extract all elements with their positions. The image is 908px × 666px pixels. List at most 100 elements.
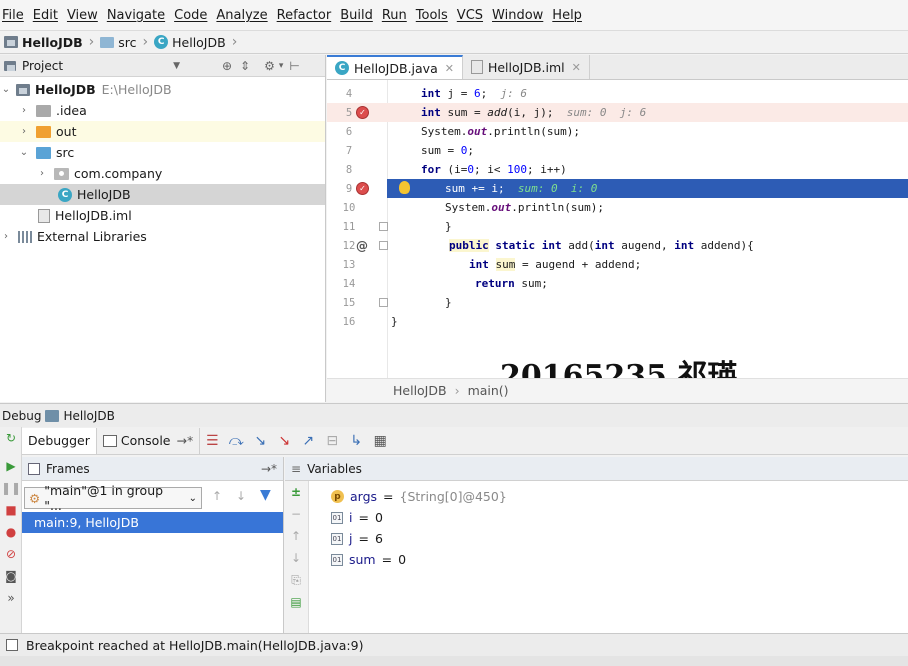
tab-console[interactable]: Console →*	[97, 427, 201, 454]
view-breakpoints-icon[interactable]: ●	[0, 521, 22, 543]
new-watch-icon[interactable]: ±	[285, 481, 307, 503]
project-panel-title[interactable]: Project	[22, 59, 63, 73]
code-line[interactable]: 16 }	[327, 312, 908, 331]
chevron-right-icon[interactable]: ›	[18, 105, 30, 116]
evaluate-expression-icon[interactable]: ▦	[368, 429, 392, 453]
tree-item-src[interactable]: ⌄ src	[0, 142, 325, 163]
debug-config-name[interactable]: HelloJDB	[63, 409, 114, 423]
chevron-right-icon[interactable]: ›	[18, 126, 30, 137]
code-line[interactable]: 15 }	[327, 293, 908, 312]
collapse-icon[interactable]: ⇕	[240, 59, 250, 73]
breadcrumb-class[interactable]: HelloJDB	[393, 383, 447, 398]
chevron-down-icon[interactable]: ⌄	[18, 147, 30, 158]
menu-vcs[interactable]: VCS	[457, 8, 483, 23]
menu-edit[interactable]: Edit	[33, 8, 58, 23]
fold-icon[interactable]	[379, 241, 388, 250]
tree-item-root[interactable]: ⌄ HelloJDB E:\HelloJDB	[0, 79, 325, 100]
code-line[interactable]: 8 for (i=0; i< 100; i++)	[327, 160, 908, 179]
watches-icon[interactable]: ▤	[285, 591, 307, 613]
arrow-right-icon[interactable]: →*	[261, 462, 277, 476]
resume-icon[interactable]: ▶	[0, 455, 22, 477]
chevron-down-icon[interactable]: ⌄	[0, 84, 12, 95]
variable-row[interactable]: p args = {String[0]@450}	[331, 486, 507, 507]
close-icon[interactable]: ✕	[572, 61, 581, 74]
crumb-project[interactable]: HelloJDB	[4, 35, 83, 50]
crumb-folder[interactable]: src	[100, 35, 137, 50]
code-line[interactable]: 10 System.out.println(sum);	[327, 198, 908, 217]
tree-item-idea[interactable]: › .idea	[0, 100, 325, 121]
tab-hellojdb-iml[interactable]: HelloJDB.iml ✕	[463, 55, 590, 79]
step-into-icon[interactable]: ↘	[248, 429, 272, 453]
menu-navigate[interactable]: Navigate	[107, 8, 165, 23]
locate-icon[interactable]: ⊕	[222, 59, 232, 73]
tree-item-hellojdb-class[interactable]: C HelloJDB	[0, 184, 325, 205]
code-line[interactable]: 4 int j = 6; j: 6	[327, 84, 908, 103]
hide-panel-icon[interactable]: ⊢	[289, 59, 299, 73]
menu-analyze[interactable]: Analyze	[216, 8, 267, 23]
code-line[interactable]: 12 @ public static int add(int augend, i…	[327, 236, 908, 255]
status-icon[interactable]	[6, 639, 18, 651]
tab-debugger[interactable]: Debugger	[22, 427, 97, 454]
copy-icon[interactable]: ⎘	[285, 569, 307, 591]
show-execution-point-icon[interactable]: ☰	[200, 429, 224, 453]
code-line-breakpoint[interactable]: 5 ✓ int sum = add(i, j); sum: 0 j: 6	[327, 103, 908, 122]
code-line[interactable]: 11 }	[327, 217, 908, 236]
variable-row[interactable]: 01 sum = 0	[331, 549, 406, 570]
variable-row[interactable]: 01 j = 6	[331, 528, 383, 549]
tree-item-external-libraries[interactable]: › External Libraries	[0, 226, 325, 247]
tab-hellojdb-java[interactable]: C HelloJDB.java ✕	[327, 55, 463, 79]
menu-build[interactable]: Build	[340, 8, 373, 23]
arrow-up-icon[interactable]: ↑	[285, 525, 307, 547]
thread-selector[interactable]: ⚙ "main"@1 in group "... ⌄	[24, 483, 202, 513]
code-line[interactable]: 6 System.out.println(sum);	[327, 122, 908, 141]
tree-item-iml[interactable]: HelloJDB.iml	[0, 205, 325, 226]
code-line[interactable]: 14 return sum;	[327, 274, 908, 293]
menu-code[interactable]: Code	[174, 8, 207, 23]
more-icon[interactable]: »	[0, 587, 22, 609]
bulb-icon[interactable]	[399, 181, 410, 194]
force-step-into-icon[interactable]: ↘	[272, 429, 296, 453]
code-area[interactable]: 4 int j = 6; j: 6 5 ✓ int sum = add(i, j…	[327, 80, 908, 378]
breakpoint-icon[interactable]: ✓	[356, 106, 369, 119]
code-line[interactable]: 13 int sum = augend + addend;	[327, 255, 908, 274]
gear-icon[interactable]: ⚙	[264, 59, 275, 73]
chevron-right-icon[interactable]: ›	[0, 231, 12, 242]
close-icon[interactable]: ✕	[445, 62, 454, 75]
dropdown-icon[interactable]: ▼	[173, 61, 180, 71]
chevron-right-icon[interactable]: ›	[36, 168, 48, 179]
menu-run[interactable]: Run	[382, 8, 407, 23]
menu-refactor[interactable]: Refactor	[277, 8, 332, 23]
frame-item[interactable]: main:9, HelloJDB	[22, 512, 283, 533]
mute-breakpoints-icon[interactable]: ⊘	[0, 543, 22, 565]
tree-item-out[interactable]: › out	[0, 121, 325, 142]
filter-icon[interactable]: ▼	[260, 487, 271, 503]
step-over-icon[interactable]: ⤼	[224, 429, 248, 453]
code-line[interactable]: 7 sum = 0;	[327, 141, 908, 160]
dropdown-icon[interactable]: ▾	[279, 61, 284, 71]
pause-icon[interactable]: ❚❚	[0, 477, 22, 499]
override-marker-icon[interactable]: @	[356, 239, 368, 253]
camera-icon[interactable]: ◙	[0, 565, 22, 587]
menu-view[interactable]: View	[67, 8, 98, 23]
remove-icon[interactable]: −	[285, 503, 307, 525]
arrow-up-icon[interactable]: ↑	[212, 489, 222, 503]
breadcrumb-method[interactable]: main()	[468, 383, 509, 398]
stop-icon[interactable]: ■	[0, 499, 22, 521]
tree-item-package[interactable]: › com.company	[0, 163, 325, 184]
rerun-icon[interactable]: ↻	[0, 427, 22, 449]
menu-window[interactable]: Window	[492, 8, 543, 23]
fold-icon[interactable]	[379, 298, 388, 307]
chevron-down-icon[interactable]: ⌄	[189, 493, 197, 504]
arrow-down-icon[interactable]: ↓	[236, 489, 246, 503]
code-line-current[interactable]: 9 ✓ sum += i; sum: 0 i: 0	[327, 179, 908, 198]
variable-row[interactable]: 01 i = 0	[331, 507, 383, 528]
menu-tools[interactable]: Tools	[416, 8, 448, 23]
arrow-down-icon[interactable]: ↓	[285, 547, 307, 569]
breakpoint-icon[interactable]: ✓	[356, 182, 369, 195]
crumb-file[interactable]: C HelloJDB	[154, 35, 226, 50]
menu-help[interactable]: Help	[552, 8, 582, 23]
drop-frame-icon[interactable]: ⊟	[320, 429, 344, 453]
fold-icon[interactable]	[379, 222, 388, 231]
step-out-icon[interactable]: ↗	[296, 429, 320, 453]
run-to-cursor-icon[interactable]: ↳	[344, 429, 368, 453]
